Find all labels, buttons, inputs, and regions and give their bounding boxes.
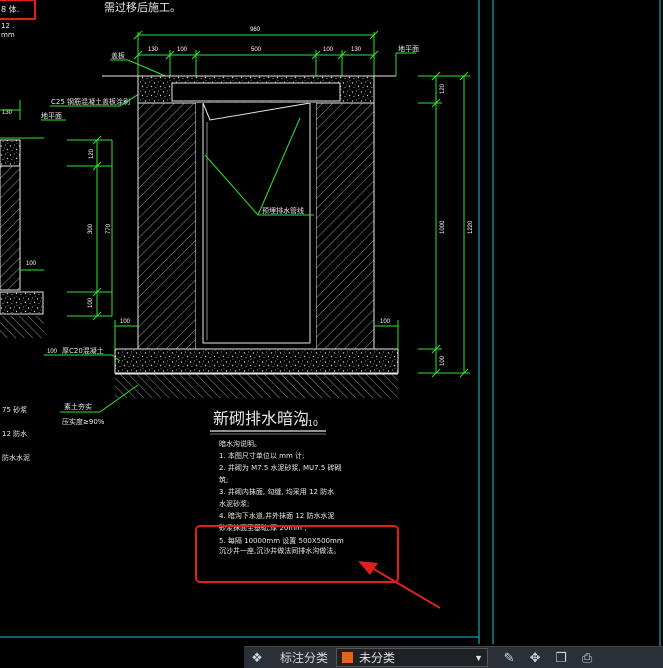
compacted-soil <box>115 374 398 398</box>
note-line: 1. 本图尺寸单位以 mm 计; <box>219 451 304 460</box>
drawing-scale: 1:10 <box>300 419 318 428</box>
note-line: 沉沙井一座,沉沙井做法同排水沟做法。 <box>219 546 340 555</box>
label-ground-right: 地平面 <box>398 44 419 53</box>
label-c20: 厚C20混凝土 <box>62 346 104 355</box>
dim-left-edge-2: 100 <box>26 261 37 267</box>
notes-list: 1. 本图尺寸单位以 mm 计; 2. 井砌为 M7.5 水泥砂浆, MU7.5… <box>219 451 344 555</box>
note-line: 3. 井砌内抹面, 勾缝, 均采用 12 防水 <box>219 487 334 496</box>
copy-icon[interactable]: ❐ <box>552 650 570 666</box>
dim-left-h3: 100 <box>88 297 94 308</box>
dim-right-part-3: 100 <box>440 355 446 366</box>
header-note: 需过移后施工。 <box>104 1 181 14</box>
label-c25: C25 钢筋混凝土盖板涂刷 <box>51 97 130 106</box>
dim-bottom-left: 100 <box>120 319 131 325</box>
note-line: 砂浆抹面至基础,厚 20mm ; <box>219 523 307 532</box>
notes-heading: 暗水沟说明。 <box>219 439 261 448</box>
highlight-arrow-shaft <box>371 567 441 609</box>
label-soil-2: 压实度≥90% <box>62 417 105 426</box>
move-icon[interactable]: ✥ <box>526 650 544 666</box>
drawing-title: 新砌排水暗沟 <box>213 409 309 428</box>
annotation-category-label: 标注分类 <box>280 651 329 665</box>
left-note-1: 75 砂浆 <box>2 405 27 414</box>
cad-drawing-canvas[interactable]: 8 体. 12 . mm 需过移后施工。 130 100 地平面 C25 钢筋混… <box>0 0 663 667</box>
note-line: 2. 井砌为 M7.5 水泥砂浆, MU7.5 砖砌 <box>219 463 342 472</box>
dim-right-part-1: 120 <box>440 83 446 94</box>
category-value: 未分类 <box>359 651 396 665</box>
dim-top-part-5: 130 <box>351 47 362 53</box>
channel-interior <box>196 103 316 349</box>
dim-top-part-1: 130 <box>148 47 159 53</box>
left-fragment-2: 12 . <box>1 22 14 30</box>
annotation-category-dropdown[interactable]: 未分类 ▼ <box>336 648 489 667</box>
dim-top-part-2: 100 <box>177 47 188 53</box>
category-color-swatch <box>341 651 355 664</box>
edit-icon[interactable]: ✎ <box>500 650 518 666</box>
cover-slab <box>137 75 375 104</box>
label-gaiban: 盖板 <box>111 51 125 60</box>
wall-left <box>137 102 197 350</box>
note-line: 5. 每隔 10000mm 设置 500X500mm <box>219 536 344 545</box>
chevron-down-icon: ▼ <box>474 652 484 663</box>
dim-left-edge-1: 130 <box>2 110 13 116</box>
top-left-fragment: 8 体. <box>1 4 19 14</box>
annotation-status-bar: ❖ 标注分类 未分类 ▼ ✎ ✥ ❐ ⎙ <box>244 646 663 668</box>
layers-icon[interactable]: ❖ <box>248 650 266 666</box>
dim-left-h1: 120 <box>89 148 95 159</box>
label-pipe: 预埋排水管线 <box>262 206 304 215</box>
note-line: 筑; <box>219 475 228 484</box>
label-soil-1: 素土夯实 <box>64 402 92 411</box>
dim-right-part-2: 1000 <box>440 220 446 234</box>
left-note-3: 防水水泥 <box>2 453 30 462</box>
paste-icon[interactable]: ⎙ <box>578 650 596 666</box>
dim-left-total: 770 <box>106 223 112 234</box>
dim-top-part-4: 100 <box>323 47 334 53</box>
note-line: 水泥砂浆; <box>219 499 249 508</box>
wall-right <box>315 102 375 350</box>
top-dimension-chain <box>133 30 379 76</box>
note-line: 4. 暗沟下水道,井外抹面 12 防水水泥 <box>219 511 335 520</box>
left-partial-section <box>0 100 44 338</box>
dim-right-total: 1220 <box>468 220 474 234</box>
dim-base-left: 100 <box>47 349 58 355</box>
dim-top-total: 960 <box>250 27 261 33</box>
dim-top-part-3: 500 <box>251 47 262 53</box>
left-note-2: 12 防水 <box>2 429 27 438</box>
dim-left-h2: 300 <box>88 223 94 234</box>
base-slab <box>114 348 399 374</box>
label-ground-left: 地平面 <box>41 111 62 120</box>
left-fragment-3: mm <box>1 31 15 39</box>
highlight-arrow-head <box>358 561 378 575</box>
dim-bottom-right: 100 <box>380 319 391 325</box>
